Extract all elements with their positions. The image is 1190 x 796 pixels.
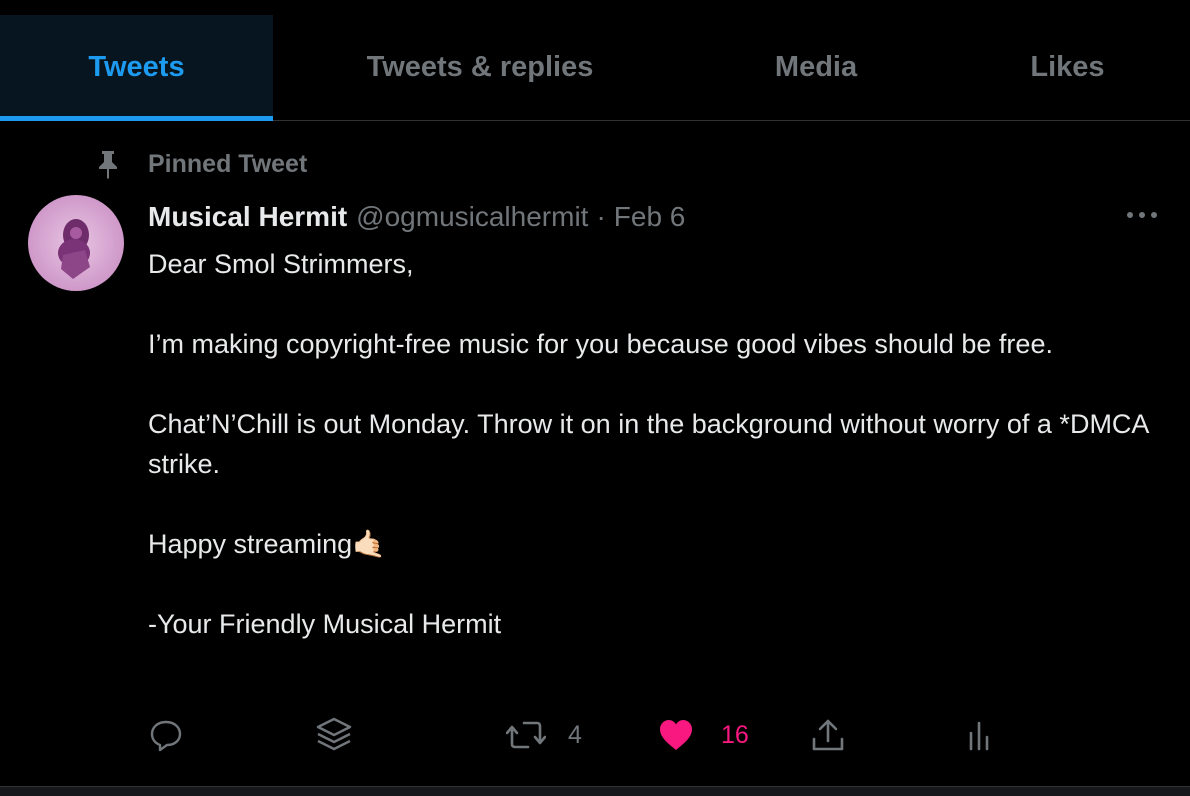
tab-likes[interactable]: Likes	[945, 15, 1190, 120]
tweet-line-paragraph-2: Chat’N’Chill is out Monday. Throw it on …	[148, 409, 1148, 479]
share-button[interactable]	[810, 710, 846, 760]
next-tweet-edge	[0, 786, 1190, 796]
tweet-actions: 4 16	[0, 710, 1190, 760]
tweet-line-greeting: Dear Smol Strimmers,	[148, 249, 414, 279]
tab-media-label: Media	[774, 51, 858, 83]
tab-tweets-label: Tweets	[88, 51, 185, 83]
active-tab-indicator	[0, 116, 273, 121]
header-separator: ·	[596, 201, 606, 232]
stack-icon	[316, 717, 352, 751]
pin-icon	[99, 151, 117, 179]
tweet-header: Musical Hermit @ogmusicalhermit · Feb 6	[148, 197, 685, 237]
tab-tweets-and-replies-label: Tweets & replies	[366, 51, 594, 83]
more-icon	[1127, 212, 1157, 218]
call-me-hand-emoji: 🤙🏻	[352, 529, 386, 559]
reply-button[interactable]	[148, 710, 184, 760]
pinned-tweet-label: Pinned Tweet	[148, 149, 308, 178]
more-options-button[interactable]	[1125, 204, 1159, 226]
analytics-button[interactable]	[966, 710, 992, 760]
avatar[interactable]	[28, 195, 124, 291]
tweet-line-paragraph-1: I’m making copyright-free music for you …	[148, 329, 1053, 359]
retweet-icon	[506, 721, 546, 749]
author-name[interactable]: Musical Hermit	[148, 201, 347, 233]
tab-likes-label: Likes	[1030, 51, 1105, 83]
pinned-tweet-indicator: Pinned Tweet	[95, 146, 307, 182]
tweet-line-happy-streaming: Happy streaming	[148, 529, 353, 559]
profile-tabs: Tweets Tweets & replies Media Likes	[0, 15, 1190, 121]
retweet-button[interactable]: 4	[506, 710, 582, 760]
share-icon	[812, 719, 844, 751]
tab-tweets[interactable]: Tweets	[0, 15, 273, 121]
tweet-date[interactable]: Feb 6	[614, 201, 686, 233]
retweet-count: 4	[568, 720, 582, 749]
tab-tweets-and-replies[interactable]: Tweets & replies	[273, 15, 687, 120]
tweet-line-paragraph-3: Happy streaming🤙🏻	[148, 524, 1158, 564]
like-count: 16	[721, 720, 749, 749]
tweet-text: Dear Smol Strimmers, I’m making copyrigh…	[148, 244, 1158, 644]
like-button[interactable]: 16	[658, 710, 749, 760]
avatar-image	[28, 195, 124, 291]
author-handle[interactable]: @ogmusicalhermit	[356, 201, 588, 233]
tab-media[interactable]: Media	[687, 15, 945, 120]
analytics-icon	[969, 721, 989, 751]
heart-icon	[660, 720, 692, 750]
tweet-line-signature: -Your Friendly Musical Hermit	[148, 609, 502, 639]
reply-icon	[150, 720, 182, 752]
stack-button[interactable]	[312, 710, 356, 760]
